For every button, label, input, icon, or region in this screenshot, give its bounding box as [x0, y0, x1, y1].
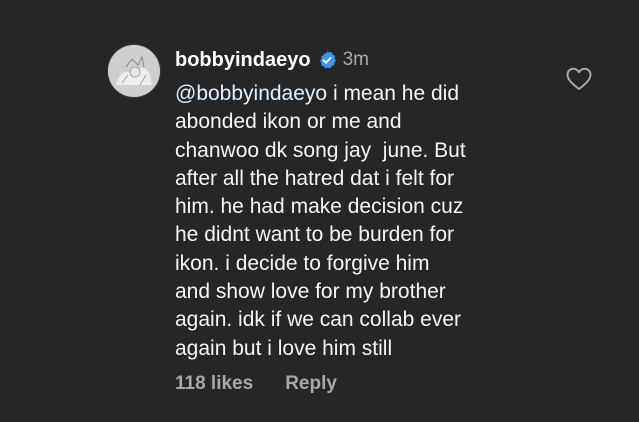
comment-footer: 118 likes Reply: [175, 373, 337, 395]
comment-line: abonded ikon or me and: [175, 110, 402, 134]
mention-link[interactable]: @bobbyindaeyo: [175, 82, 327, 105]
heart-outline-icon[interactable]: [566, 67, 592, 91]
comment-line: again. idk if we can collab ever: [175, 308, 461, 332]
avatar[interactable]: [107, 44, 161, 98]
comment-line: again but i love him still: [175, 336, 393, 360]
comment-line: and show love for my brother: [175, 280, 446, 304]
likes-count[interactable]: 118 likes: [175, 373, 253, 395]
comment-line-text: i mean he did: [327, 82, 460, 105]
comment-line: @bobbyindaeyo i mean he did: [175, 80, 535, 108]
comment-line: him. he had make decision cuz: [175, 195, 464, 219]
avatar-image: [108, 45, 160, 97]
comment: bobbyindaeyo 3m @bobbyindaeyo i mean he …: [0, 0, 639, 422]
comment-header: bobbyindaeyo 3m: [175, 47, 369, 73]
verified-badge-icon: [317, 50, 337, 70]
comment-line: after all the hatred dat i felt for: [175, 166, 454, 190]
comment-line: he didnt want to be burden for: [175, 223, 455, 247]
timestamp: 3m: [342, 49, 369, 70]
comment-line: ikon. i decide to forgive him: [175, 251, 430, 275]
comment-line: chanwoo dk song jay june. But: [175, 138, 466, 162]
reply-button[interactable]: Reply: [285, 373, 337, 395]
comment-body: @bobbyindaeyo i mean he did abonded ikon…: [175, 80, 535, 363]
username[interactable]: bobbyindaeyo: [175, 49, 311, 72]
